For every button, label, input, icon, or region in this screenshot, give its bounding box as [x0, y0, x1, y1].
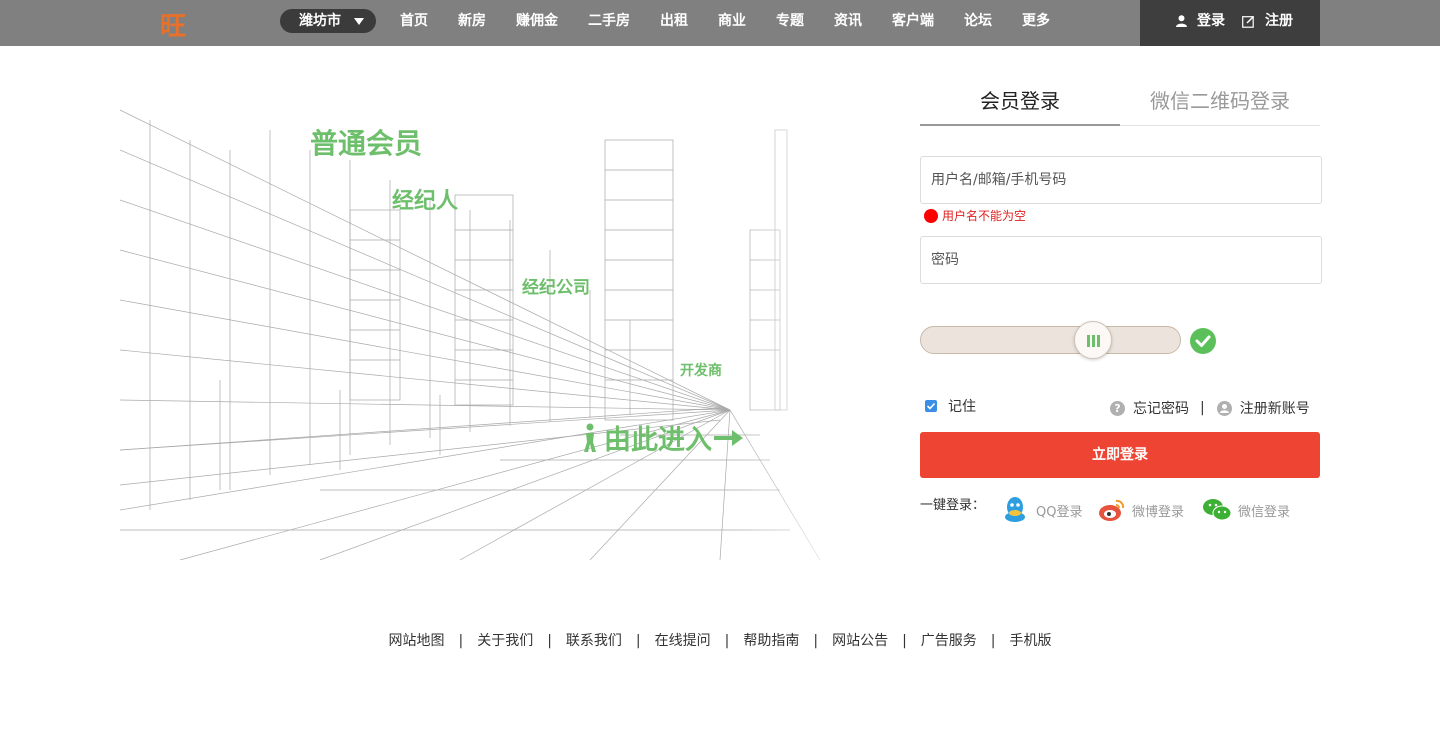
auth-links: 登录 注册: [1140, 0, 1320, 46]
user-icon: [1176, 15, 1187, 27]
person-walking-icon: [584, 423, 596, 452]
enter-here-label: 由此进入: [604, 425, 712, 456]
captcha-slider-track[interactable]: [920, 326, 1181, 354]
arrow-right-icon: [714, 429, 743, 446]
username-error-text: 用户名不能为空: [942, 209, 1027, 223]
login-illustration: 普通会员 经纪人 经纪公司 开发商 由此进入: [119, 90, 860, 561]
footer-link-announcements[interactable]: 网站公告: [832, 633, 888, 649]
footer-link-advertising[interactable]: 广告服务: [921, 633, 977, 649]
nav-item-home[interactable]: 首页: [400, 0, 428, 46]
member-type-agent: 经纪人: [392, 189, 459, 214]
error-dot-icon: [924, 208, 938, 223]
account-links: ? 忘记密码 | 注册新账号: [1110, 398, 1310, 418]
nav-item-commercial[interactable]: 商业: [718, 0, 746, 46]
remember-checkbox[interactable]: [925, 400, 937, 412]
footer-link-mobile[interactable]: 手机版: [1010, 633, 1052, 649]
nav-item-forum[interactable]: 论坛: [964, 0, 992, 46]
weibo-login-label: 微博登录: [1132, 504, 1185, 520]
one-click-login-label: 一键登录：: [920, 498, 986, 513]
city-label: 潍坊市: [299, 13, 341, 29]
user-add-icon: [1216, 400, 1232, 416]
wechat-login-link[interactable]: 微信登录: [1202, 494, 1290, 526]
city-selector[interactable]: 潍坊市: [280, 9, 376, 33]
qq-login-link[interactable]: QQ登录: [1000, 494, 1082, 526]
nav-item-more[interactable]: 更多: [1022, 0, 1050, 46]
footer-link-about[interactable]: 关于我们: [477, 633, 533, 649]
footer-separator: |: [813, 633, 819, 649]
register-new-account-link[interactable]: 注册新账号: [1240, 398, 1310, 418]
forgot-password-link[interactable]: 忘记密码: [1133, 398, 1189, 418]
captcha-slider-handle[interactable]: [1074, 321, 1112, 359]
footer-link-help[interactable]: 帮助指南: [743, 633, 799, 649]
weibo-login-link[interactable]: 微博登录: [1098, 494, 1184, 526]
header-register-link[interactable]: 注册: [1242, 0, 1293, 42]
site-logo[interactable]: 旺: [160, 6, 186, 43]
footer-separator: |: [458, 633, 464, 649]
footer-separator: |: [724, 633, 730, 649]
username-input[interactable]: 用户名/邮箱/手机号码: [920, 156, 1322, 204]
header-register-label: 注册: [1265, 13, 1293, 29]
wechat-icon: [1203, 499, 1232, 521]
login-submit-button[interactable]: 立即登录: [920, 432, 1320, 478]
weibo-icon: [1099, 499, 1125, 521]
nav-item-commission[interactable]: 赚佣金: [516, 0, 558, 46]
member-type-agency: 经纪公司: [522, 278, 590, 298]
qq-login-label: QQ登录: [1036, 504, 1083, 520]
nav-item-second-hand[interactable]: 二手房: [588, 0, 630, 46]
login-tabs: 会员登录 微信二维码登录: [920, 78, 1320, 126]
wechat-login-label: 微信登录: [1238, 504, 1291, 520]
nav-item-client[interactable]: 客户端: [892, 0, 934, 46]
footer-links: 网站地图 | 关于我们 | 联系我们 | 在线提问 | 帮助指南 | 网站公告 | 广告服务 | 手机版: [0, 630, 1440, 650]
verified-check-icon: [1190, 328, 1216, 354]
edit-icon: [1242, 15, 1255, 28]
enter-here-link[interactable]: 由此进入: [580, 418, 744, 457]
main-nav: 首页 新房 赚佣金 二手房 出租 商业 专题 资讯 客户端 论坛 更多: [400, 0, 1080, 46]
remember-me[interactable]: 记住: [925, 396, 976, 416]
nav-item-rent[interactable]: 出租: [660, 0, 688, 46]
footer-separator: |: [635, 633, 641, 649]
footer-separator: |: [902, 633, 907, 649]
footer-separator: |: [990, 633, 996, 649]
nav-item-topics[interactable]: 专题: [776, 0, 804, 46]
top-navbar: 旺 潍坊市 首页 新房 赚佣金 二手房 出租 商业 专题 资讯 客户端 论坛 更…: [0, 0, 1440, 46]
member-type-developer: 开发商: [680, 363, 722, 379]
tab-member-login[interactable]: 会员登录: [920, 78, 1120, 126]
remember-label: 记住: [948, 399, 976, 415]
member-type-regular: 普通会员: [310, 127, 423, 160]
password-input[interactable]: 密码: [920, 236, 1322, 284]
footer-link-contact[interactable]: 联系我们: [566, 633, 622, 649]
city-sketch-image: [119, 90, 860, 561]
header-login-label: 登录: [1197, 13, 1225, 29]
question-icon: ?: [1110, 400, 1125, 416]
nav-item-new-house[interactable]: 新房: [458, 0, 486, 46]
nav-item-news[interactable]: 资讯: [834, 0, 862, 46]
link-separator: |: [1200, 400, 1205, 416]
chevron-down-icon: [354, 18, 364, 25]
header-login-link[interactable]: 登录: [1176, 0, 1225, 42]
username-error: 用户名不能为空: [924, 207, 1026, 224]
qq-icon: [1005, 497, 1025, 522]
footer-separator: |: [547, 633, 552, 649]
footer-link-online-ask[interactable]: 在线提问: [655, 633, 711, 649]
footer-link-sitemap[interactable]: 网站地图: [388, 633, 444, 649]
tab-wechat-qr-login[interactable]: 微信二维码登录: [1120, 78, 1320, 126]
